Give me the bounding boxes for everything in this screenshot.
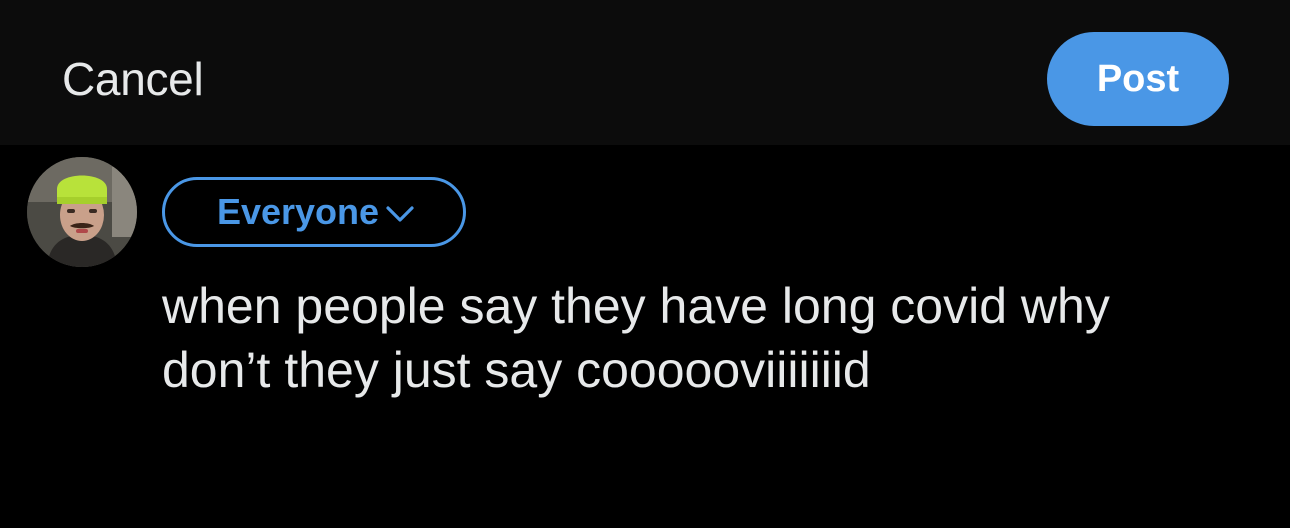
post-button[interactable]: Post [1047, 32, 1229, 126]
composer-header: Cancel Post [0, 0, 1290, 145]
avatar[interactable] [27, 157, 137, 267]
audience-label: Everyone [216, 191, 380, 232]
user-avatar-image [27, 157, 137, 267]
tweet-text-input[interactable]: when people say they have long covid why… [162, 274, 1262, 402]
cancel-button[interactable]: Cancel [62, 52, 204, 106]
chevron-down-icon [386, 206, 414, 222]
audience-selector-button[interactable]: Everyone [162, 177, 466, 247]
